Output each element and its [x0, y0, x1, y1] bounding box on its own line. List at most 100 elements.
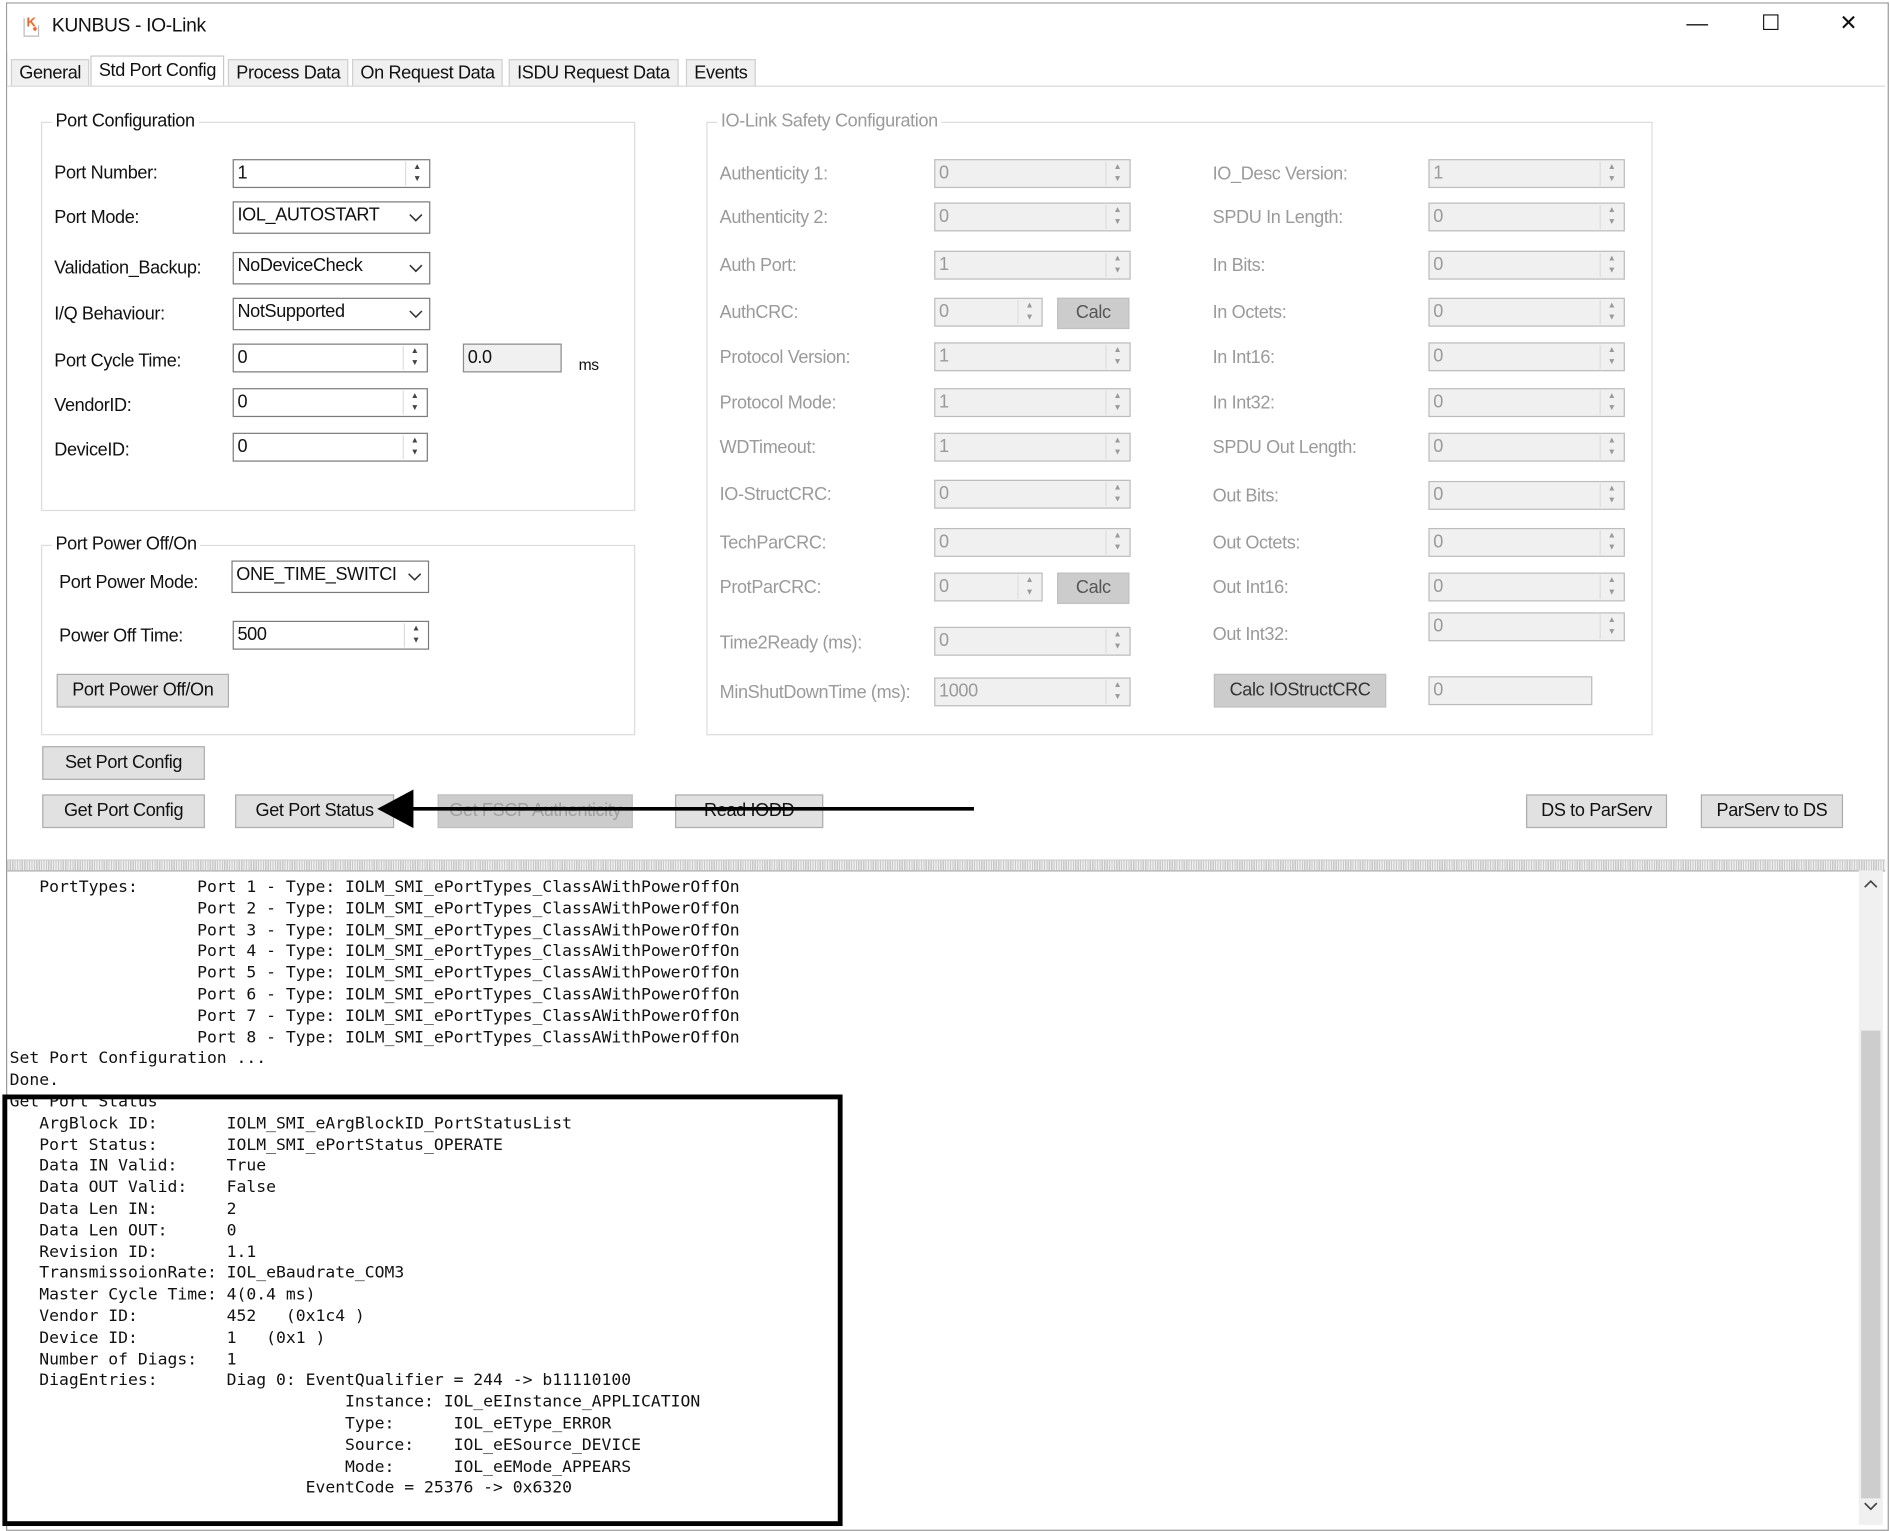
tab-isdu-request-data[interactable]: ISDU Request Data	[508, 59, 679, 87]
tab-on-request-data[interactable]: On Request Data	[351, 59, 504, 87]
safety-field-label: In Bits:	[1212, 255, 1266, 277]
spinner-arrows-icon: ▲ ▼	[1105, 253, 1128, 278]
splitter[interactable]	[7, 859, 1886, 872]
minimize-button[interactable]: —	[1686, 11, 1708, 36]
spinner-arrows-icon: ▲ ▼	[1599, 574, 1623, 600]
spinner-arrows-icon: ▲ ▼	[1599, 614, 1623, 639]
tab-std-port-config[interactable]: Std Port Config	[90, 55, 225, 88]
spinner-arrows-icon: ▲ ▼	[1599, 204, 1623, 230]
spinner-arrows-icon: ▲ ▼	[1599, 161, 1623, 186]
safety-field-stepper: 0 ▲ ▼	[1428, 250, 1625, 280]
log-line: Done.	[9, 1070, 59, 1090]
spinner-arrows-icon: ▲ ▼	[1599, 483, 1623, 508]
port-power-off-on-button[interactable]: Port Power Off/On	[56, 673, 230, 708]
safety-field-label: In Int16:	[1212, 347, 1275, 368]
spinner-arrows-icon: ▲ ▼	[1105, 344, 1128, 369]
device-id-stepper[interactable]: 0 ▲ ▼	[232, 432, 428, 462]
safety-field-value: 0	[1433, 345, 1443, 367]
spinner-arrows-icon: ▲ ▼	[1599, 435, 1623, 460]
port-number-label: Port Number:	[54, 162, 158, 184]
power-off-time-label: Power Off Time:	[59, 625, 183, 647]
port-power-mode-select[interactable]: ONE_TIME_SWITCI	[231, 560, 430, 594]
maximize-button[interactable]: ☐	[1761, 11, 1780, 36]
safety-field-value: 1	[939, 391, 949, 413]
log-line: Port 2 - Type: IOLM_SMI_ePortTypes_Class…	[9, 898, 740, 919]
safety-field-stepper: 0 ▲ ▼	[1428, 342, 1625, 372]
spinner-arrows-icon: ▲ ▼	[1017, 300, 1040, 325]
safety-field-value: 0	[1433, 576, 1443, 597]
vendor-id-value: 0	[237, 391, 248, 413]
iq-behaviour-select[interactable]: NotSupported	[232, 297, 431, 331]
log-line: Port 8 - Type: IOLM_SMI_ePortTypes_Class…	[9, 1027, 740, 1047]
iostructcrc-result-field: 0	[1428, 676, 1593, 706]
safety-field-stepper: 0 ▲ ▼	[1428, 572, 1625, 602]
log-line: Number of Diags: 1	[9, 1349, 237, 1369]
safety-field-stepper: 0 ▲ ▼	[1428, 202, 1625, 232]
port-power-mode-value: ONE_TIME_SWITCI	[236, 564, 397, 585]
port-cycle-time-ms-value: 0.0	[467, 347, 492, 368]
spinner-arrows-icon: ▲ ▼	[1599, 344, 1623, 369]
chevron-down-icon	[409, 310, 423, 319]
calc-crc-button: Calc	[1057, 572, 1130, 604]
close-button[interactable]: ✕	[1839, 11, 1857, 36]
log-output[interactable]: PortTypes: Port 1 - Type: IOLM_SMI_ePort…	[10, 878, 1859, 1524]
validation-backup-select[interactable]: NoDeviceCheck	[232, 251, 431, 285]
parserv-to-ds-button[interactable]: ParServ to DS	[1700, 794, 1844, 829]
safety-field-stepper: 0 ▲ ▼	[934, 572, 1043, 602]
port-cycle-time-stepper[interactable]: 0 ▲ ▼	[232, 343, 428, 373]
log-line: Instance: IOL_eEInstance_APPLICATION	[9, 1392, 701, 1412]
spinner-arrows-icon: ▲ ▼	[1105, 629, 1128, 654]
scroll-down-icon[interactable]	[1864, 1501, 1878, 1513]
tab-process-data[interactable]: Process Data	[227, 59, 349, 87]
safety-field-label: Time2Ready (ms):	[719, 632, 863, 654]
ds-to-parserv-button[interactable]: DS to ParServ	[1526, 794, 1668, 829]
vendor-id-stepper[interactable]: 0 ▲ ▼	[232, 388, 428, 418]
scrollbar-thumb[interactable]	[1861, 1030, 1881, 1499]
safety-field-stepper: 1 ▲ ▼	[934, 250, 1131, 280]
tab-events[interactable]: Events	[685, 59, 756, 87]
power-off-time-stepper[interactable]: 500 ▲ ▼	[232, 620, 430, 650]
spinner-arrows-icon: ▲ ▼	[1599, 530, 1623, 555]
log-line: TransmissoionRate: IOL_eBaudrate_COM3	[9, 1263, 405, 1283]
spinner-arrows-icon[interactable]: ▲ ▼	[403, 623, 427, 648]
spinner-arrows-icon[interactable]: ▲ ▼	[405, 161, 428, 186]
spinner-arrows-icon[interactable]: ▲ ▼	[402, 435, 426, 460]
port-number-stepper[interactable]: 1 ▲ ▼	[232, 159, 431, 189]
safety-field-label: Out Int16:	[1212, 577, 1289, 598]
safety-field-value: 0	[1433, 436, 1443, 457]
safety-field-stepper: 1 ▲ ▼	[934, 342, 1131, 372]
safety-field-value: 1	[939, 436, 949, 457]
spinner-arrows-icon[interactable]: ▲ ▼	[402, 390, 426, 415]
port-power-title: Port Power Off/On	[51, 533, 201, 555]
safety-field-value: 0	[1433, 531, 1443, 553]
spinner-arrows-icon: ▲ ▼	[1599, 390, 1623, 415]
log-line: Mode: IOL_eEMode_APPEARS	[9, 1456, 632, 1477]
validation-backup-value: NoDeviceCheck	[237, 255, 363, 277]
safety-field-stepper: 1 ▲ ▼	[934, 432, 1131, 462]
log-line: Port 3 - Type: IOLM_SMI_ePortTypes_Class…	[9, 920, 740, 940]
tab-general[interactable]: General	[10, 59, 90, 87]
safety-field-value: 0	[1433, 615, 1443, 637]
safety-field-label: ProtParCRC:	[719, 577, 822, 598]
chevron-down-icon	[409, 264, 423, 273]
safety-field-label: In Octets:	[1212, 302, 1287, 324]
spinner-arrows-icon: ▲ ▼	[1105, 204, 1128, 230]
iq-behaviour-value: NotSupported	[237, 301, 345, 322]
scroll-up-icon[interactable]	[1864, 878, 1878, 890]
window-title: KUNBUS - IO-Link	[51, 15, 206, 37]
safety-field-value: 0	[1433, 254, 1443, 275]
log-line: Data Len OUT: 0	[9, 1220, 237, 1241]
port-mode-select[interactable]: IOL_AUTOSTART	[232, 201, 431, 234]
get-port-config-button[interactable]: Get Port Config	[42, 794, 205, 829]
safety-field-value: 0	[939, 531, 949, 553]
spinner-arrows-icon[interactable]: ▲ ▼	[402, 345, 426, 371]
safety-field-label: IO_Desc Version:	[1212, 163, 1348, 185]
set-port-config-button[interactable]: Set Port Config	[42, 746, 205, 780]
safety-field-label: Out Octets:	[1212, 532, 1301, 554]
safety-field-value: 1000	[939, 681, 978, 702]
safety-field-label: Auth Port:	[719, 255, 797, 277]
safety-field-stepper: 1000 ▲ ▼	[934, 677, 1131, 707]
safety-field-label: Protocol Version:	[719, 347, 851, 368]
log-line: Data IN Valid: True	[9, 1156, 267, 1176]
safety-field-label: Authenticity 2:	[719, 207, 829, 228]
